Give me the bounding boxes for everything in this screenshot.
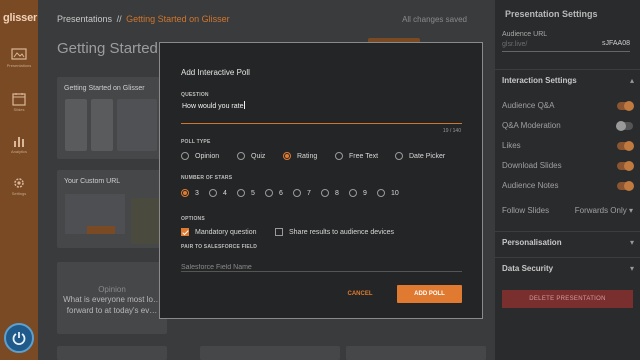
- radio-label: Quiz: [251, 152, 266, 160]
- stars-label: NUMBER OF STARS: [181, 175, 233, 181]
- poll-type-free-text[interactable]: Free Text: [335, 152, 378, 160]
- radio-label: 5: [251, 189, 255, 197]
- question-label: QUESTION: [181, 92, 209, 98]
- stars-option-4[interactable]: 4: [209, 189, 227, 197]
- poll-type-date-picker[interactable]: Date Picker: [395, 152, 445, 160]
- radio-label: 3: [195, 189, 199, 197]
- radio-icon: [395, 152, 403, 160]
- mandatory-question-checkbox[interactable]: Mandatory question: [181, 228, 256, 236]
- add-poll-button[interactable]: ADD POLL: [397, 285, 462, 303]
- poll-type-quiz[interactable]: Quiz: [237, 152, 265, 160]
- radio-icon: [349, 189, 357, 197]
- radio-label: Free Text: [349, 152, 379, 160]
- stars-option-9[interactable]: 9: [349, 189, 367, 197]
- stars-option-7[interactable]: 7: [293, 189, 311, 197]
- radio-icon: [265, 189, 273, 197]
- poll-type-label: POLL TYPE: [181, 139, 211, 145]
- cancel-button[interactable]: CANCEL: [340, 288, 380, 300]
- question-value: How would you rate: [182, 103, 244, 110]
- checkbox-label: Share results to audience devices: [289, 228, 395, 236]
- stars-option-8[interactable]: 8: [321, 189, 339, 197]
- poll-type-opinion[interactable]: Opinion: [181, 152, 219, 160]
- radio-label: 4: [223, 189, 227, 197]
- radio-icon: [321, 189, 329, 197]
- checkbox-icon: [275, 228, 283, 236]
- radio-icon: [181, 152, 189, 160]
- radio-label: Opinion: [195, 152, 220, 160]
- radio-icon: [209, 189, 217, 197]
- radio-label: Rating: [297, 152, 318, 160]
- salesforce-field[interactable]: [181, 256, 462, 275]
- radio-icon: [181, 189, 189, 197]
- poll-type-rating[interactable]: Rating: [283, 152, 317, 160]
- radio-icon: [293, 189, 301, 197]
- radio-icon: [377, 189, 385, 197]
- radio-label: 9: [363, 189, 367, 197]
- radio-label: Date Picker: [409, 152, 446, 160]
- text-cursor: [244, 101, 246, 109]
- stars-option-3[interactable]: 3: [181, 189, 199, 197]
- radio-label: 7: [307, 189, 311, 197]
- stars-option-5[interactable]: 5: [237, 189, 255, 197]
- options-label: OPTIONS: [181, 216, 205, 222]
- radio-label: 6: [279, 189, 283, 197]
- question-input[interactable]: How would you rate: [181, 100, 462, 124]
- salesforce-input[interactable]: [181, 260, 462, 275]
- checkbox-label: Mandatory question: [195, 228, 257, 236]
- radio-icon: [335, 152, 343, 160]
- char-counter: 19 / 140: [442, 128, 461, 134]
- add-poll-dialog: Add Interactive Poll QUESTION How would …: [159, 42, 483, 319]
- dialog-title: Add Interactive Poll: [181, 68, 250, 77]
- radio-icon: [237, 189, 245, 197]
- radio-icon: [283, 152, 291, 160]
- radio-label: 10: [391, 189, 399, 197]
- stars-option-10[interactable]: 10: [377, 189, 399, 197]
- radio-icon: [237, 152, 245, 160]
- salesforce-label: PAIR TO SALESFORCE FIELD: [181, 244, 258, 250]
- stars-option-6[interactable]: 6: [265, 189, 283, 197]
- share-results-checkbox[interactable]: Share results to audience devices: [275, 228, 394, 236]
- checkbox-icon: [181, 228, 189, 236]
- radio-label: 8: [335, 189, 339, 197]
